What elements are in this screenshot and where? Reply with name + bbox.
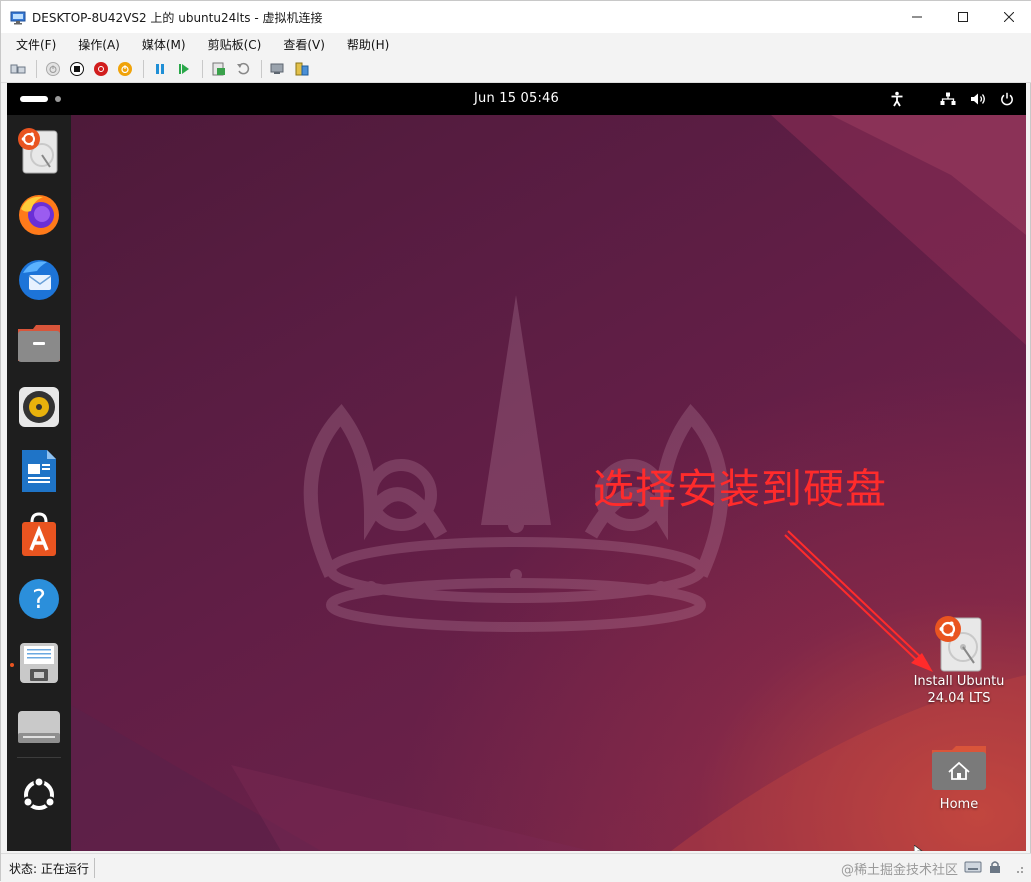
window-title: DESKTOP-8U42VS2 上的 ubuntu24lts - 虚拟机连接	[32, 10, 323, 25]
menu-file[interactable]: 文件(F)	[13, 34, 59, 55]
turn-off-button[interactable]	[66, 58, 88, 80]
lock-icon	[990, 861, 1000, 873]
dock-libreoffice-writer[interactable]	[15, 447, 63, 495]
firefox-icon	[19, 195, 59, 235]
title-bar: DESKTOP-8U42VS2 上的 ubuntu24lts - 虚拟机连接	[1, 1, 1031, 33]
stop-icon	[70, 61, 84, 76]
save-state-button[interactable]	[114, 58, 136, 80]
desktop-icon-home[interactable]: Home	[904, 742, 1014, 813]
toolbar-separator	[202, 59, 203, 78]
close-button[interactable]	[986, 1, 1031, 33]
system-tray	[876, 83, 1014, 115]
start-button[interactable]	[42, 58, 64, 80]
share-icon	[295, 62, 309, 75]
install-ubuntu-icon	[935, 616, 982, 672]
gnome-top-bar: Jun 15 05:46	[7, 83, 1026, 115]
revert-button[interactable]	[232, 58, 254, 80]
annotation-text: 选择安装到硬盘	[593, 465, 887, 513]
ubuntu-dock: ?	[7, 115, 71, 851]
resume-button[interactable]	[173, 58, 195, 80]
dock-thunderbird[interactable]	[15, 255, 63, 303]
vm-status: 状态: 正在运行	[9, 861, 89, 876]
desktop[interactable]: 选择安装到硬盘 Install Ubuntu 24.04 LTS Home	[71, 115, 1026, 851]
menu-help[interactable]: 帮助(H)	[344, 34, 392, 55]
toolbar-separator	[143, 59, 144, 78]
menu-view[interactable]: 查看(V)	[280, 34, 328, 55]
menu-clipboard[interactable]: 剪贴板(C)	[205, 34, 265, 55]
files-folder-icon	[18, 325, 60, 362]
home-folder-icon	[932, 746, 986, 790]
svg-text:?: ?	[32, 585, 46, 615]
dock-files[interactable]	[15, 319, 63, 367]
power-menu-icon[interactable]	[1000, 92, 1014, 106]
power-on-icon	[46, 61, 60, 76]
pause-button[interactable]	[149, 58, 171, 80]
status-icons	[964, 860, 1026, 874]
desktop-icon-install-ubuntu[interactable]: Install Ubuntu 24.04 LTS	[904, 615, 1014, 707]
dock-drive[interactable]	[15, 703, 63, 751]
menu-media[interactable]: 媒体(M)	[139, 34, 189, 55]
vm-connection-window: DESKTOP-8U42VS2 上的 ubuntu24lts - 虚拟机连接 文…	[0, 0, 1031, 882]
share-button[interactable]	[291, 58, 313, 80]
dock-show-apps[interactable]	[15, 771, 63, 819]
menu-action[interactable]: 操作(A)	[75, 34, 123, 55]
desktop-icon-label: Install Ubuntu	[913, 674, 1005, 689]
running-indicator	[10, 663, 14, 667]
status-divider	[94, 858, 95, 878]
app-center-bag-icon	[22, 512, 56, 556]
network-wired-icon[interactable]	[940, 92, 956, 106]
toolbar-separator	[261, 59, 262, 78]
power-icon	[118, 61, 132, 76]
mouse-pointer-icon	[914, 845, 923, 851]
dock-firefox[interactable]	[15, 191, 63, 239]
desktop-icon-label: 24.04 LTS	[927, 691, 991, 706]
document-icon	[20, 643, 58, 683]
desktop-icon-label: Home	[939, 797, 979, 812]
dock-installer-document[interactable]	[15, 639, 63, 687]
status-bar: 状态: 正在运行 @稀土掘金技术社区	[1, 853, 1031, 882]
volume-icon[interactable]	[970, 92, 986, 106]
dock-install-ubuntu[interactable]	[15, 127, 63, 175]
vm-connection-icon	[10, 10, 26, 25]
checkpoint-icon	[212, 62, 225, 75]
keyboard-icon	[964, 861, 982, 873]
pause-icon	[156, 63, 164, 74]
minimize-button[interactable]	[894, 1, 940, 33]
menu-bar: 文件(F) 操作(A) 媒体(M) 剪贴板(C) 查看(V) 帮助(H)	[1, 33, 1031, 55]
ubuntu-logo-icon	[22, 776, 56, 810]
shutdown-button[interactable]	[90, 58, 112, 80]
maximize-button[interactable]	[940, 1, 986, 33]
thunderbird-icon	[19, 260, 59, 300]
install-ubuntu-icon	[18, 128, 58, 174]
ctrl-alt-del-button[interactable]	[7, 58, 29, 80]
undo-icon	[237, 62, 250, 74]
resize-grip-icon[interactable]	[1008, 860, 1026, 874]
play-icon	[179, 63, 189, 74]
dock-separator	[17, 757, 61, 758]
writer-document-icon	[22, 450, 56, 492]
enhanced-session-icon	[270, 63, 284, 74]
enhanced-session-button[interactable]	[267, 58, 289, 80]
help-question-icon: ?	[19, 579, 59, 619]
dock-rhythmbox[interactable]	[15, 383, 63, 431]
clock[interactable]: Jun 15 05:46	[7, 83, 1026, 115]
checkpoint-button[interactable]	[208, 58, 230, 80]
dock-help[interactable]: ?	[15, 575, 63, 623]
dock-app-center[interactable]	[15, 511, 63, 559]
accessibility-icon[interactable]	[890, 91, 904, 107]
vm-display[interactable]: Jun 15 05:46 选择安装到硬盘 Install Ubuntu 24.0…	[7, 83, 1026, 851]
toolbar-separator	[36, 59, 37, 78]
watermark: @稀土掘金技术社区	[840, 863, 958, 878]
rhythmbox-icon	[19, 387, 59, 427]
drive-icon	[18, 711, 60, 743]
toolbar	[1, 55, 1031, 83]
shutdown-icon	[94, 61, 108, 76]
